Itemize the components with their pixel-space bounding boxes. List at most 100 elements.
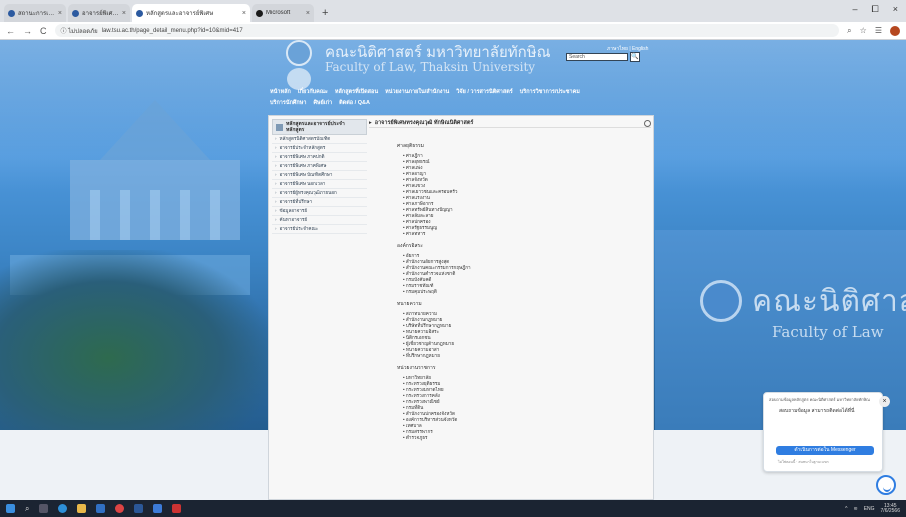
word-icon[interactable] [134,504,144,513]
tray-chevron-icon[interactable]: ^ [845,506,847,512]
address-bar[interactable]: ⓘ ไม่ปลอดภัย law.tsu.ac.th/page_detail_m… [54,24,840,37]
menu-item[interactable]: วิจัย / วารสารนิติศาสตร์ [456,88,512,96]
favicon-icon [256,9,263,17]
sidebar-item[interactable]: › อาจารย์ที่ปรึกษา [272,198,367,207]
sidebar-header: หลักสูตรและอาจารย์ประจำหลักสูตร [272,119,367,135]
menu-item[interactable]: หน่วยงานภายใน/สำนักงาน [385,88,449,96]
search-icon[interactable]: ⌕ [25,504,29,514]
clock[interactable]: 13:45 7/6/2566 [881,503,900,514]
sidebar-item[interactable]: › ค้นหาอาจารย์ [272,216,367,225]
content-panel: หลักสูตรและอาจารย์ประจำหลักสูตร › หลักสูต… [268,115,654,500]
section-heading: ศาลยุติธรรม [397,143,424,149]
menu-item[interactable]: หลักสูตรที่เปิดสอน [335,88,378,96]
bullet-icon: ▸ [369,120,372,126]
menu-item[interactable]: ติดต่อ / Q&A [339,99,370,107]
profile-avatar[interactable] [890,25,900,36]
minimize-button[interactable]: – [853,4,858,15]
system-tray: ^ ≋ ENG 13:45 7/6/2566 [845,503,900,514]
explorer-icon[interactable] [77,504,87,513]
close-tab-icon[interactable]: × [122,10,126,17]
browser-tab[interactable]: อาจารย์พิเศษ / Thaksin Unive× [68,4,130,22]
list-item: เทศบาล [403,423,651,428]
list-item: ศาลแขวง [403,183,651,188]
sidebar-item[interactable]: › อาจารย์พิเศษ ภาคปกติ [272,153,367,162]
back-button[interactable]: ← [6,26,15,36]
menu-item[interactable]: เกี่ยวกับคณะ [298,88,328,96]
sidebar-item[interactable]: › อาจารย์พิเศษ นอกเวลา [272,180,367,189]
list-item: กระทรวงยุติธรรม [403,381,651,386]
zoom-icon[interactable]: ⌕ [847,26,851,36]
faculty-logo[interactable] [287,68,311,90]
menu-item[interactable]: ศิษย์เก่า [313,99,332,107]
messenger-bubble-icon[interactable] [876,475,896,495]
menu-item[interactable]: บริการนักศึกษา [270,99,306,107]
sidebar-item[interactable]: › อาจารย์ประจำหลักสูตร [272,144,367,153]
network-icon[interactable]: ≋ [853,506,857,512]
list-item: ผู้เชี่ยวชาญด้านกฎหมาย [403,341,651,346]
section-heading: องค์กรอิสระ [397,243,423,249]
chrome-icon[interactable] [115,504,125,513]
list-item: ศาลจังหวัด [403,177,651,182]
app-icon[interactable] [172,504,182,513]
taskbar: ⌕ ^ ≋ ENG 13:45 7/6/2566 [0,500,906,517]
security-indicator[interactable]: ⓘ ไม่ปลอดภัย [61,26,98,36]
chat-footer[interactable]: ไม่ใช่ตอนนี้ · สนทนาในฐานะแขก [778,459,829,465]
chat-close-button[interactable]: × [879,396,890,407]
sidebar-item[interactable]: › อาจารย์ประจำคณะ [272,225,367,234]
chat-header: สอบถามข้อมูลหลักสูตร คณะนิติศาสตร์ มหาวิ… [769,397,870,402]
url-text: law.tsu.ac.th/page_detail_menu.php?id=10… [101,27,243,34]
close-window-button[interactable]: × [893,4,898,15]
search-input[interactable]: Search [566,53,628,61]
bookmark-star-icon[interactable]: ☆ [860,26,867,36]
list-item: กระทรวงพาณิชย์ [403,399,651,404]
close-tab-icon[interactable]: × [58,10,62,17]
messenger-chat-popup: × สอบถามข้อมูลหลักสูตร คณะนิติศาสตร์ มหา… [763,392,890,472]
task-view-icon[interactable] [39,504,49,513]
favicon-icon [136,9,143,17]
trees-image [0,250,270,430]
favicon-icon [72,9,79,17]
list-item: ศาลอาญา [403,171,651,176]
list-item: ที่ปรึกษากฎหมาย [403,353,651,358]
list-item: องค์การบริหารส่วนจังหวัด [403,417,651,422]
list-item: ศาลรัฐธรรมนูญ [403,225,651,230]
main-title-bar: ▸ อาจารย์พิเศษทรงคุณวุฒิ ทักษิณนิติศาสตร… [369,119,651,128]
continue-messenger-button[interactable]: ดำเนินการต่อใน Messenger [776,446,874,455]
reload-button[interactable]: C [40,26,47,36]
browser-tab-active[interactable]: หลักสูตรและอาจารย์พิเศษ × [132,4,250,22]
forward-button[interactable]: → [23,26,32,36]
menu-icon[interactable]: ☰ [875,26,882,36]
list-item: กรมคุมประพฤติ [403,289,651,294]
browser-tab[interactable]: Microsoft × [252,4,314,22]
chat-message: สอบถามข้อมูล สามารถติดต่อได้ที่นี่ [779,408,855,414]
new-tab-button[interactable]: + [316,7,334,22]
list-item: ศาลภาษีอากร [403,201,651,206]
sidebar-item[interactable]: › หลักสูตรนิติศาสตรบัณฑิต [272,135,367,144]
print-icon[interactable] [644,119,651,127]
university-logo[interactable] [286,40,312,66]
web-page: คณะนิติศาสตร์ Faculty of Law คณะนิติศาสต… [0,40,906,500]
store-icon[interactable] [96,504,106,513]
maximize-button[interactable]: ⧠ [872,4,879,15]
main-content: ▸ อาจารย์พิเศษทรงคุณวุฒิ ทักษิณนิติศาสตร… [369,119,651,441]
browser-tab[interactable]: สถานะการเป็นอาจารย์พิเศษ คณะ× [4,4,66,22]
list-item: ศาลทรัพย์สินทางปัญญา [403,207,651,212]
sidebar-item[interactable]: › อาจารย์ผู้ทรงคุณวุฒิภายนอก [272,189,367,198]
favicon-icon [8,9,15,17]
menu-item[interactable]: บริการวิชาการ/ประชาคม [520,88,580,96]
sidebar-item[interactable]: › ข้อมูลอาจารย์ [272,207,367,216]
list-item: มหาวิทยาลัย [403,375,651,380]
language-links[interactable]: ภาษาไทย | English [607,45,648,53]
edge-icon[interactable] [58,504,68,513]
list-item: อัยการ [403,253,651,258]
start-icon[interactable] [6,504,15,513]
search-button[interactable]: 🔍 [630,52,640,62]
close-tab-icon[interactable]: × [306,10,310,17]
sidebar-item[interactable]: › อาจารย์พิเศษ บัณฑิตศึกษา [272,171,367,180]
sidebar-item[interactable]: › อาจารย์พิเศษ ภาคพิเศษ [272,162,367,171]
menu-item[interactable]: หน้าหลัก [270,88,291,96]
tab-bar: สถานะการเป็นอาจารย์พิเศษ คณะ× อาจารย์พิเ… [0,0,906,22]
language-indicator[interactable]: ENG [864,506,875,512]
photos-icon[interactable] [153,504,163,513]
close-tab-icon[interactable]: × [242,10,246,17]
